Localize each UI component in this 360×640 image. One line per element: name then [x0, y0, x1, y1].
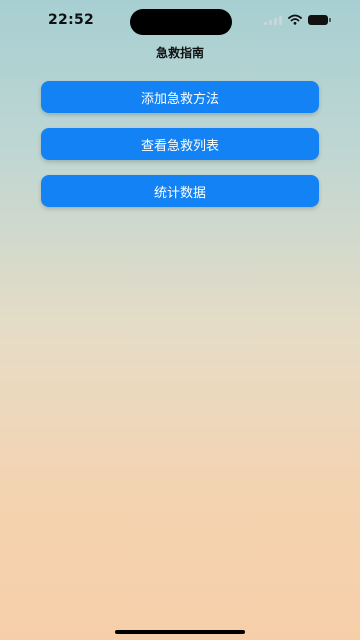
camera-notch: [130, 9, 232, 35]
statistics-button[interactable]: 统计数据: [41, 175, 319, 207]
status-icons: [264, 14, 331, 25]
cellular-signal-icon: [264, 15, 282, 25]
status-time: 22:52: [48, 12, 95, 28]
status-bar: 22:52: [0, 0, 360, 40]
view-first-aid-list-button[interactable]: 查看急救列表: [41, 128, 319, 160]
page-title: 急救指南: [155, 46, 204, 60]
app-screen: 22:52 急救指南 添加急救方法 查看急救列表 统计数据: [0, 0, 360, 640]
home-indicator[interactable]: [115, 630, 245, 634]
battery-icon: [308, 14, 331, 25]
add-first-aid-method-button[interactable]: 添加急救方法: [41, 81, 319, 113]
wifi-icon: [288, 14, 302, 25]
